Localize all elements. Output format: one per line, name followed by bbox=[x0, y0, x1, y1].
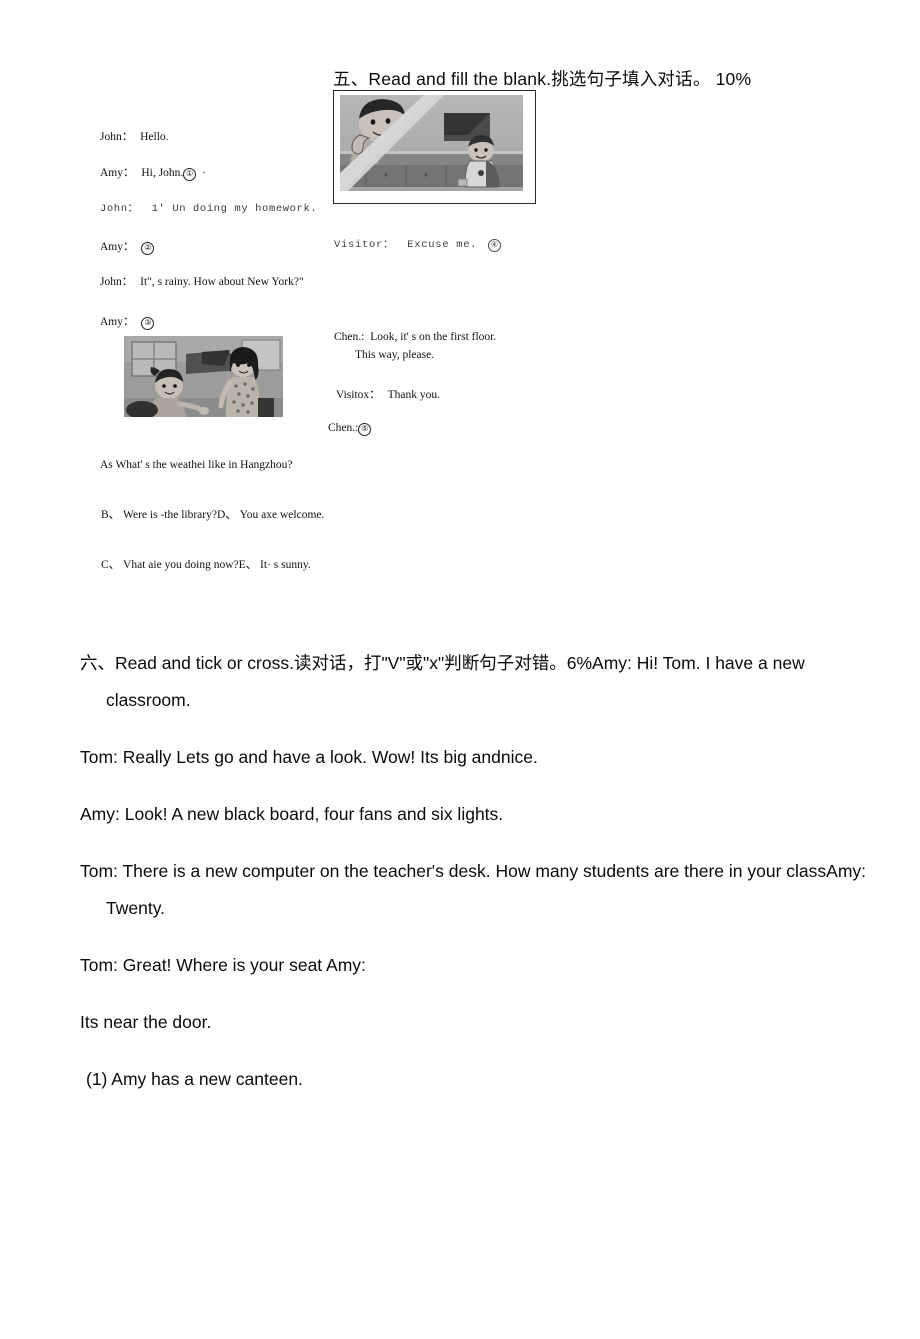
section-five-top-picture-frame bbox=[333, 90, 536, 204]
dialogue-line-chen-firstfloor: Chen.: Look, it' s on the first floor. bbox=[334, 331, 496, 343]
section-five-heading: 五、Read and fill the blank.挑选句子填入对话。 10% bbox=[333, 69, 752, 89]
speaker-label: John： bbox=[100, 131, 134, 143]
section-five-top-picture bbox=[340, 95, 523, 191]
speaker-label: John： bbox=[100, 203, 139, 215]
dialogue-text: Hello. bbox=[140, 131, 169, 143]
dialogue-text: Thank you. bbox=[387, 389, 440, 401]
section-six-block: 六、Read and tick or cross.读对话，打"V"或"x"判断句… bbox=[80, 645, 870, 1118]
speaker-label: John： bbox=[100, 276, 134, 288]
trailing-mark: · bbox=[202, 167, 206, 179]
section-six-heading: 六、Read and tick or cross.读对话，打"V"或"x"判断句… bbox=[80, 653, 805, 710]
phone-call-cartoon-icon bbox=[340, 95, 523, 191]
dialogue-text: Hi, John. bbox=[141, 167, 184, 179]
section-six-line-tom-3: Tom: Great! Where is your seat Amy: bbox=[80, 955, 366, 975]
option-b[interactable]: B、 Were is -the library?D、 You axe welco… bbox=[101, 506, 324, 522]
speaker-label: Visitox： bbox=[336, 389, 381, 401]
section-six-line-tom-2: Tom: There is a new computer on the teac… bbox=[80, 861, 867, 918]
speaker-label: Amy： bbox=[100, 241, 135, 253]
option-c[interactable]: C、 Vhat aie you doing now?E、 It· s sunny… bbox=[101, 556, 311, 572]
dialogue-line-chen-thisway: This way, please. bbox=[355, 349, 434, 361]
two-people-room-cartoon-icon bbox=[124, 336, 283, 417]
dialogue-line-visitor-thankyou: Visitox： Thank you. bbox=[336, 386, 440, 402]
dialogue-line-amy-hi: Amy： Hi, John. ① · bbox=[100, 164, 206, 181]
section-six-line-tom-1: Tom: Really Lets go and have a look. Wow… bbox=[80, 747, 538, 767]
speaker-label: Amy： bbox=[100, 167, 135, 179]
option-a[interactable]: As What' s the weathei like in Hangzhou? bbox=[100, 459, 293, 471]
blank-marker-5[interactable]: ⑤ bbox=[358, 423, 372, 436]
dialogue-line-john-homework: John： 1' Un doing my homework. bbox=[100, 200, 317, 215]
speaker-label: Chen.: bbox=[328, 422, 359, 434]
section-six-line-its-near-door: Its near the door. bbox=[80, 1012, 212, 1032]
section-six-question-1[interactable]: (1) Amy has a new canteen. bbox=[80, 1061, 870, 1098]
dialogue-line-john-rainy: John： It", s rainy. How about New York?" bbox=[100, 273, 304, 289]
speaker-label: Amy： bbox=[100, 316, 135, 328]
dialogue-line-visitor-excuse: Visitor： Excuse me. ④ bbox=[334, 236, 502, 252]
dialogue-line-chen-blank5: Chen.: ⑤ bbox=[328, 422, 372, 436]
dialogue-text: Excuse me. bbox=[407, 239, 478, 251]
speaker-label: Visitor： bbox=[334, 239, 395, 251]
section-five-bottom-picture bbox=[124, 336, 283, 417]
blank-marker-1[interactable]: ① bbox=[183, 168, 197, 181]
dialogue-text: This way, please. bbox=[355, 349, 435, 361]
worksheet-page: 五、Read and fill the blank.挑选句子填入对话。 10% bbox=[0, 0, 920, 1339]
blank-marker-2[interactable]: ② bbox=[141, 242, 155, 255]
blank-marker-3[interactable]: ③ bbox=[141, 317, 155, 330]
blank-marker-4[interactable]: ④ bbox=[488, 239, 502, 252]
dialogue-text: It", s rainy. How about New York?" bbox=[140, 276, 304, 288]
section-six-line-amy-1: Amy: Look! A new black board, four fans … bbox=[80, 804, 504, 824]
dialogue-line-john-hello: John： Hello. bbox=[100, 128, 169, 144]
dialogue-text: Look, it' s on the first floor. bbox=[370, 331, 497, 343]
dialogue-line-amy-blank2: Amy： ② bbox=[100, 238, 155, 255]
dialogue-line-amy-blank3: Amy： ③ bbox=[100, 313, 155, 330]
speaker-label: Chen.: bbox=[334, 331, 365, 343]
dialogue-text: 1' Un doing my homework. bbox=[151, 203, 318, 215]
